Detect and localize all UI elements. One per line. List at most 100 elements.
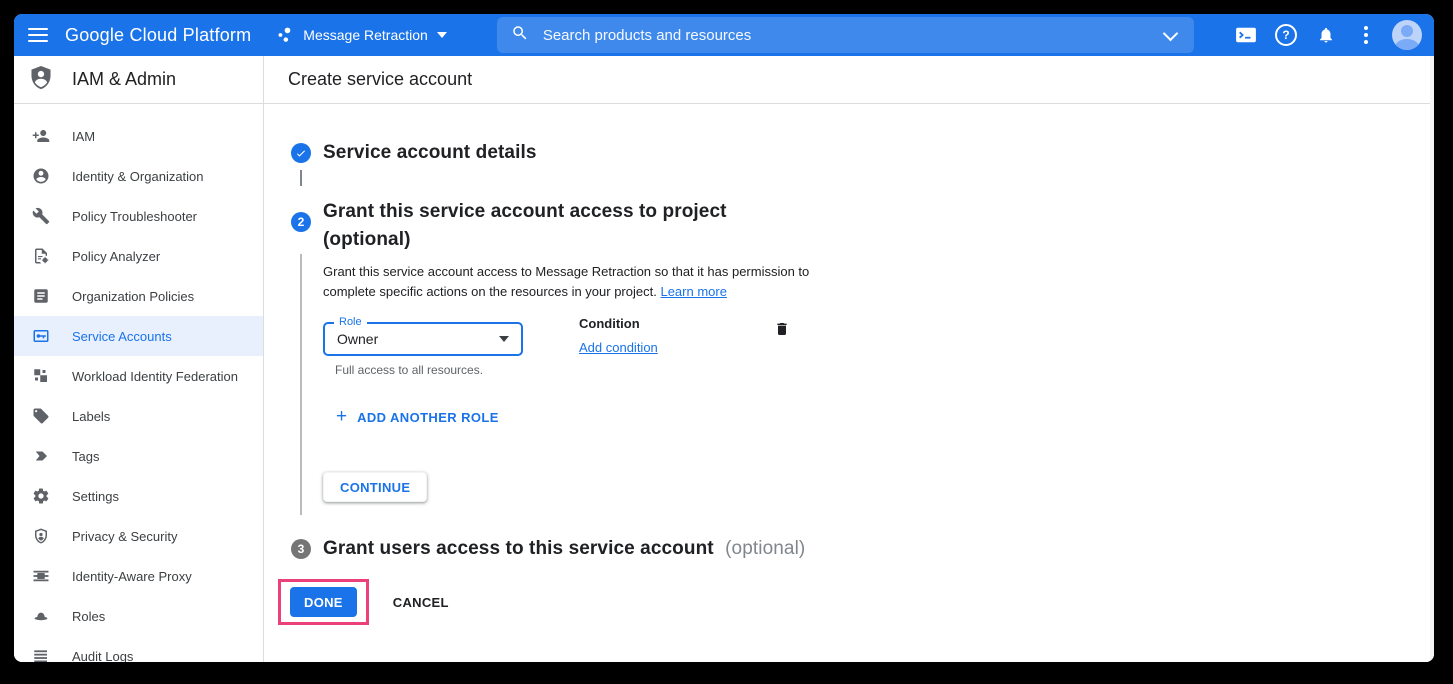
search-expand-chevron-icon[interactable] <box>1163 25 1179 41</box>
wrench-icon <box>32 207 50 225</box>
step-2-panel: Grant this service account access to Mes… <box>300 254 1430 515</box>
search-icon <box>511 24 529 47</box>
sidebar-item-label: Policy Analyzer <box>72 249 160 264</box>
project-selector[interactable]: Message Retraction <box>275 25 447 45</box>
step-1-service-account-details: Service account details <box>291 142 1430 164</box>
project-switcher-icon <box>275 25 295 45</box>
sidebar-item-label: Identity & Organization <box>72 169 204 184</box>
shield-icon <box>32 527 50 545</box>
sidebar-item-identity-organization[interactable]: Identity & Organization <box>14 156 263 196</box>
scrollbar[interactable] <box>1430 56 1434 662</box>
continue-button[interactable]: CONTINUE <box>323 472 427 502</box>
sidebar-item-label: Settings <box>72 489 119 504</box>
role-select[interactable]: Role Owner <box>323 322 523 356</box>
trash-icon <box>774 320 790 338</box>
sidebar-item-workload-identity-federation[interactable]: Workload Identity Federation <box>14 356 263 396</box>
sidebar-item-label: Organization Policies <box>72 289 194 304</box>
person-add-icon <box>32 127 50 145</box>
list-lines-icon <box>32 647 50 662</box>
sidebar-item-roles[interactable]: Roles <box>14 596 263 636</box>
sidebar-item-policy-analyzer[interactable]: Policy Analyzer <box>14 236 263 276</box>
sidebar-item-label: Tags <box>72 449 99 464</box>
step-1-title: Service account details <box>323 142 537 164</box>
iam-admin-shield-icon <box>28 64 54 95</box>
document-lines-icon <box>32 287 50 305</box>
gear-icon <box>32 487 50 505</box>
search-input[interactable] <box>541 26 1155 45</box>
kebab-menu-icon[interactable] <box>1346 26 1386 44</box>
step-3-title: Grant users access to this service accou… <box>323 538 714 559</box>
learn-more-link[interactable]: Learn more <box>660 284 726 299</box>
main-content: Create service account Service account d… <box>264 56 1430 662</box>
sidebar-item-label: IAM <box>72 129 95 144</box>
sidebar-item-settings[interactable]: Settings <box>14 476 263 516</box>
delete-role-button[interactable] <box>774 320 790 341</box>
sidebar-item-label: Privacy & Security <box>72 529 177 544</box>
project-name: Message Retraction <box>303 27 428 43</box>
sidebar-item-iam[interactable]: IAM <box>14 116 263 156</box>
menu-icon[interactable] <box>28 28 48 42</box>
cloud-shell-icon[interactable] <box>1226 26 1266 44</box>
step-2-number-badge: 2 <box>291 212 311 232</box>
sidebar-item-label: Identity-Aware Proxy <box>72 569 192 584</box>
sidebar-item-audit-logs[interactable]: Audit Logs <box>14 636 263 662</box>
sidebar-item-identity-aware-proxy[interactable]: Identity-Aware Proxy <box>14 556 263 596</box>
person-circle-icon <box>32 167 50 185</box>
sidebar: IAM & Admin IAM Identity & Organization … <box>14 56 264 662</box>
browser-viewport: Google Cloud Platform Message Retraction <box>14 14 1434 662</box>
proxy-layers-icon <box>32 567 50 585</box>
plus-icon: + <box>336 409 347 425</box>
tag-icon <box>32 407 50 425</box>
form-actions: DONE CANCEL <box>278 579 1430 625</box>
step-connector-line <box>300 170 302 186</box>
step-2-description: Grant this service account access to Mes… <box>323 262 815 302</box>
sidebar-header: IAM & Admin <box>14 56 263 104</box>
sidebar-nav: IAM Identity & Organization Policy Troub… <box>14 104 263 662</box>
workload-squares-icon <box>32 367 50 385</box>
role-selected-value: Owner <box>337 331 378 347</box>
notifications-icon[interactable] <box>1306 25 1346 45</box>
role-field-label: Role <box>334 316 367 328</box>
sidebar-item-label: Audit Logs <box>72 649 133 663</box>
sidebar-item-policy-troubleshooter[interactable]: Policy Troubleshooter <box>14 196 263 236</box>
page-header: Create service account <box>264 56 1430 104</box>
sidebar-item-service-accounts[interactable]: Service Accounts <box>14 316 263 356</box>
step-3-number-badge: 3 <box>291 539 311 559</box>
service-account-key-icon <box>32 327 50 345</box>
chevron-down-icon <box>437 32 447 38</box>
sidebar-item-label: Workload Identity Federation <box>72 369 238 384</box>
step-1-completed-check-icon <box>291 143 311 163</box>
page-title: Create service account <box>288 69 472 90</box>
sidebar-title: IAM & Admin <box>72 69 176 90</box>
search-bar[interactable] <box>497 17 1194 53</box>
sidebar-item-labels[interactable]: Labels <box>14 396 263 436</box>
top-app-bar: Google Cloud Platform Message Retraction <box>14 14 1434 56</box>
help-icon[interactable] <box>1266 24 1306 46</box>
document-gear-icon <box>32 247 50 265</box>
done-button[interactable]: DONE <box>290 587 357 617</box>
tags-arrow-icon <box>32 447 50 465</box>
topbar-actions <box>1226 20 1422 50</box>
hat-icon <box>32 607 50 625</box>
sidebar-item-label: Policy Troubleshooter <box>72 209 197 224</box>
role-helper-text: Full access to all resources. <box>335 363 523 377</box>
add-condition-link[interactable]: Add condition <box>579 340 658 355</box>
sidebar-item-privacy-security[interactable]: Privacy & Security <box>14 516 263 556</box>
add-another-role-button[interactable]: + ADD ANOTHER ROLE <box>336 409 499 425</box>
role-row: Role Owner Full access to all resources.… <box>323 314 1430 377</box>
gcp-logo[interactable]: Google Cloud Platform <box>65 25 251 46</box>
done-button-highlight: DONE <box>278 579 369 625</box>
sidebar-item-label: Roles <box>72 609 105 624</box>
cancel-button[interactable]: CANCEL <box>387 594 455 611</box>
step-2-title: Grant this service account access to pro… <box>323 198 727 226</box>
sidebar-item-tags[interactable]: Tags <box>14 436 263 476</box>
dropdown-arrow-icon <box>499 336 509 342</box>
step-2-optional-label: (optional) <box>323 226 727 254</box>
sidebar-item-label: Service Accounts <box>72 329 172 344</box>
step-3-optional-label: (optional) <box>725 538 805 559</box>
step-3-grant-users: 3 Grant users access to this service acc… <box>291 538 1430 560</box>
sidebar-item-organization-policies[interactable]: Organization Policies <box>14 276 263 316</box>
step-2-grant-access: 2 Grant this service account access to p… <box>291 198 1430 254</box>
avatar[interactable] <box>1392 20 1422 50</box>
sidebar-item-label: Labels <box>72 409 110 424</box>
